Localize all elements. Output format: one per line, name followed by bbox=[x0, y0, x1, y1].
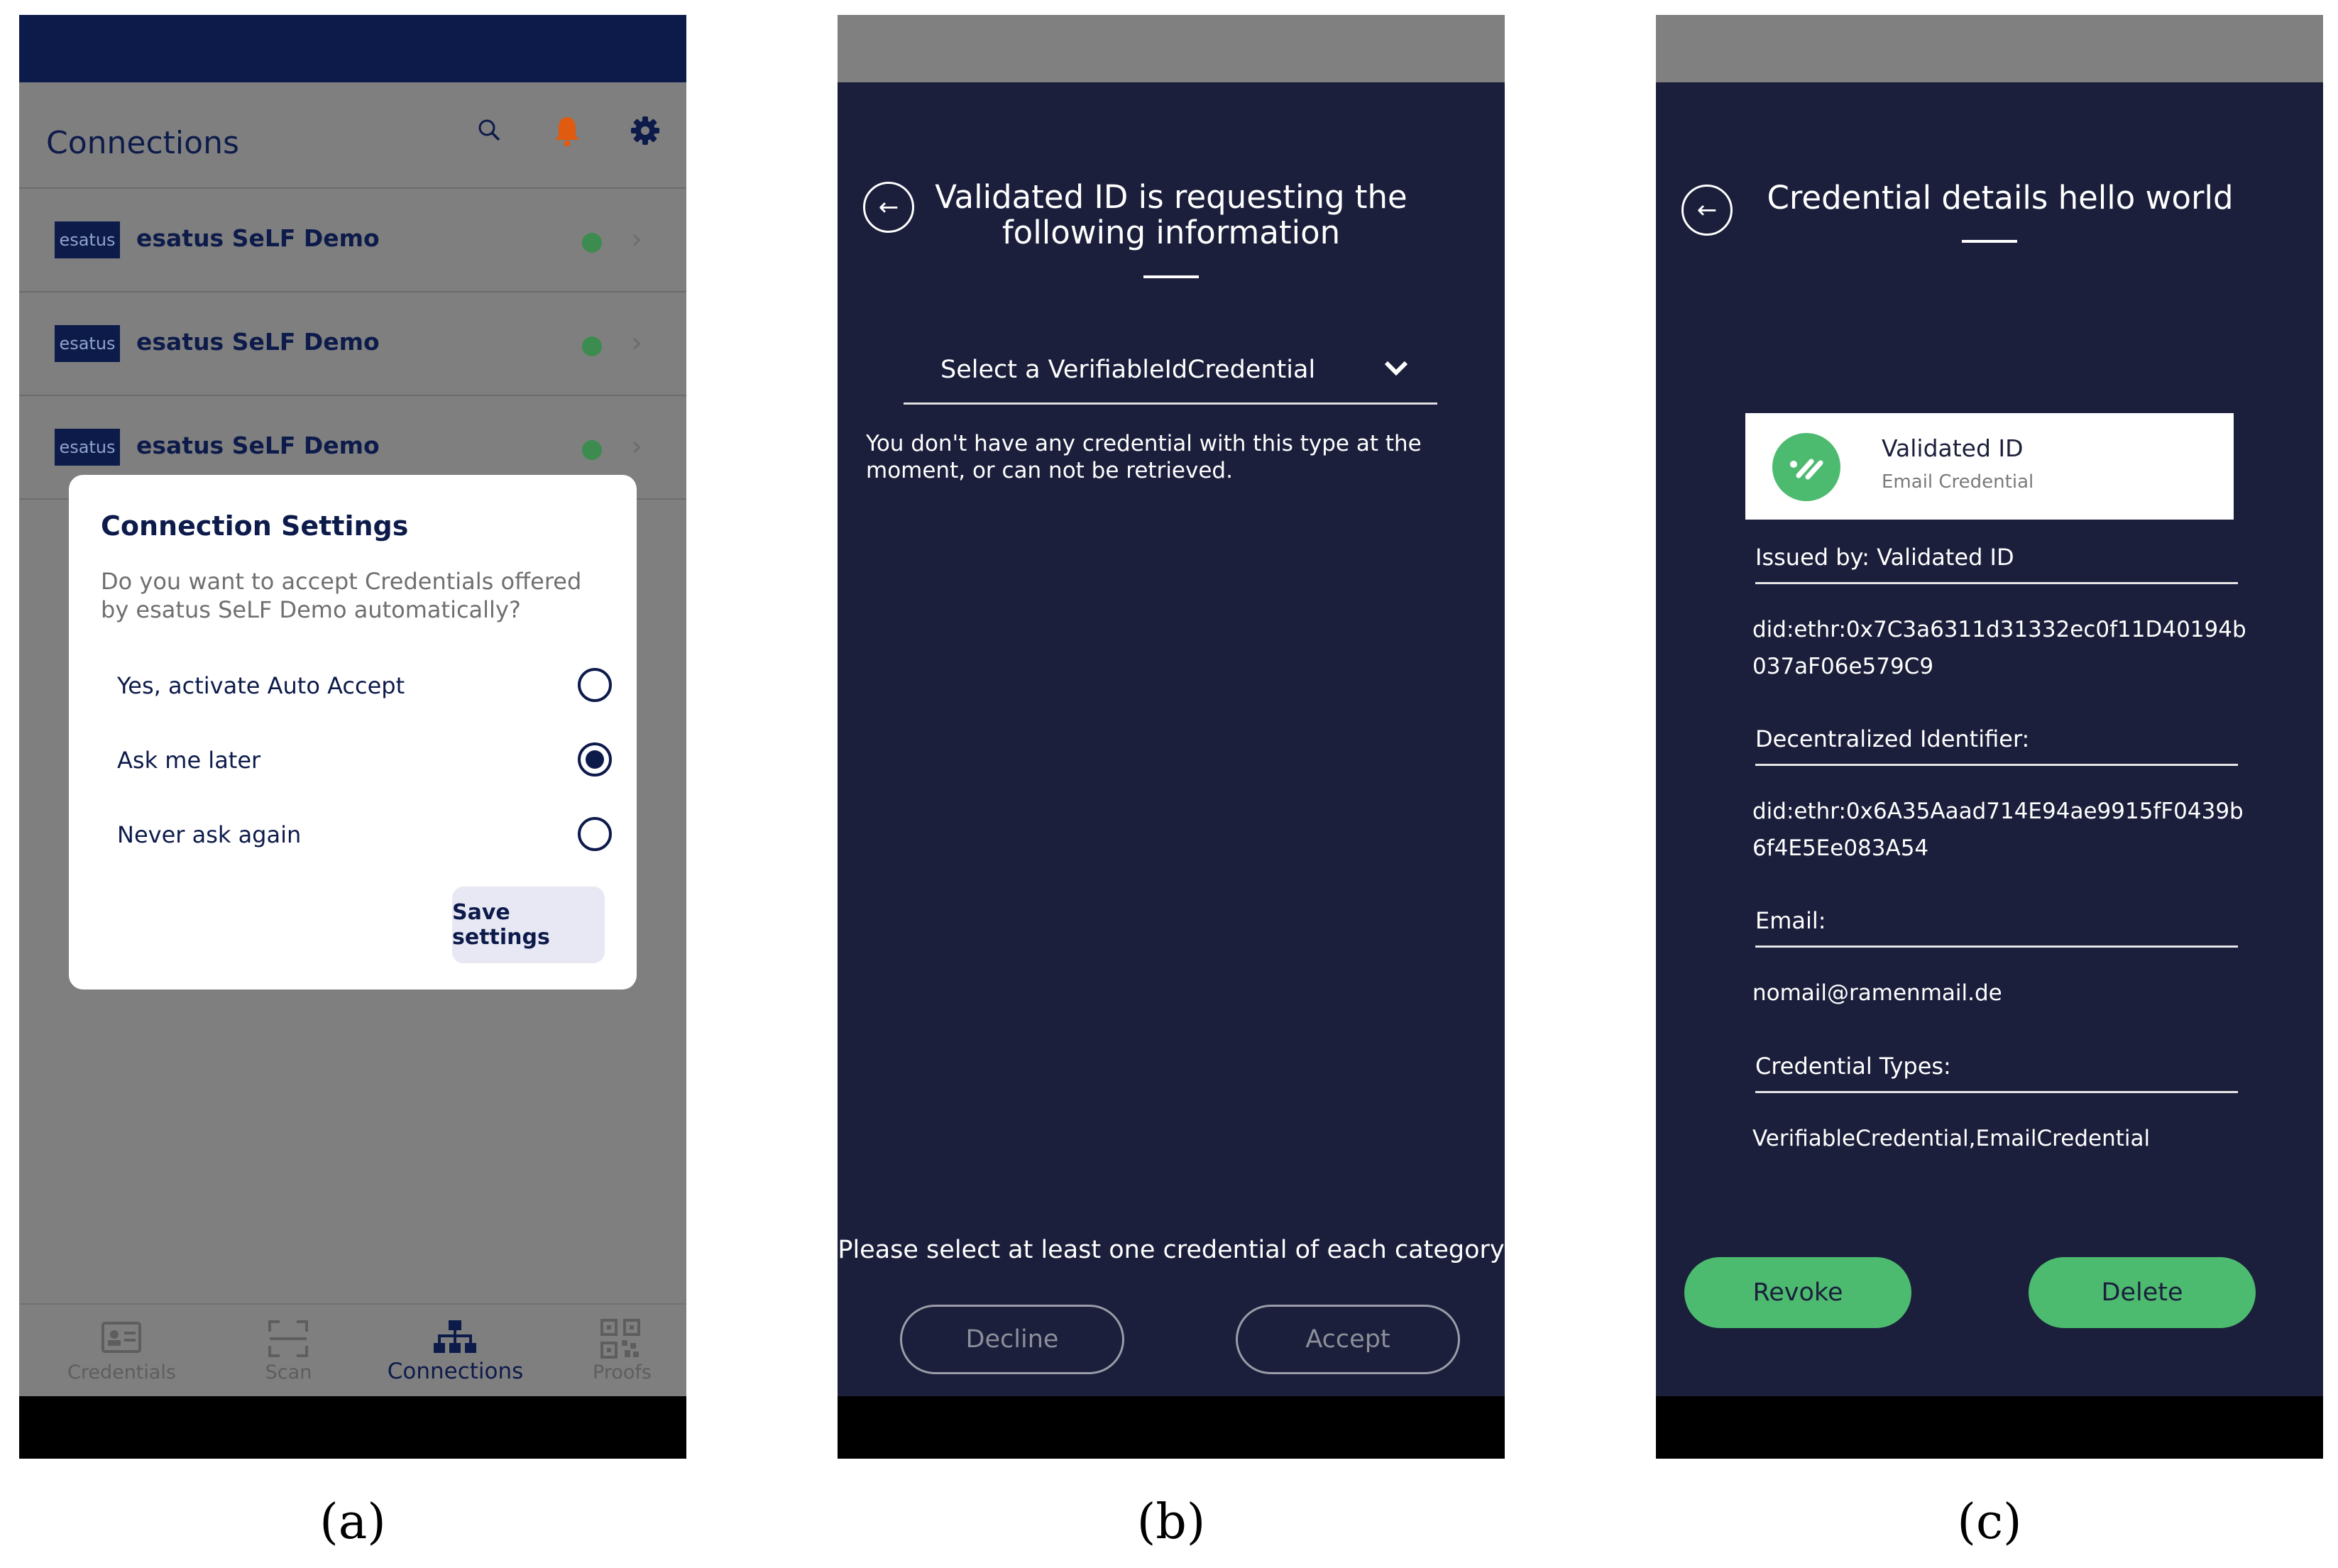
scan-icon bbox=[268, 1320, 308, 1357]
accept-button[interactable]: Accept bbox=[1236, 1305, 1460, 1374]
selection-hint: Please select at least one credential of… bbox=[838, 1236, 1505, 1264]
status-dot bbox=[582, 233, 602, 253]
connections-screen: Connections esatus esatus SeLF Demo › es… bbox=[19, 82, 686, 1396]
credential-types-label: Credential Types: bbox=[1755, 1053, 2238, 1093]
status-dot bbox=[582, 336, 602, 356]
page-title: Validated ID is requesting the following… bbox=[935, 178, 1407, 251]
credential-card[interactable]: Validated ID Email Credential bbox=[1745, 413, 2234, 520]
caption-b: (b) bbox=[1136, 1494, 1206, 1550]
no-credential-note: You don't have any credential with this … bbox=[866, 431, 1422, 483]
did-value: did:ethr:0x6A35Aaad714E94ae9915fF0439b6f… bbox=[1752, 799, 2244, 861]
phone-screen-request: ← Validated ID is requesting the followi… bbox=[838, 15, 1505, 1459]
connection-row[interactable]: esatus esatus SeLF Demo › bbox=[19, 189, 686, 292]
connection-settings-dialog: Connection Settings Do you want to accep… bbox=[69, 475, 637, 989]
delete-button[interactable]: Delete bbox=[2029, 1257, 2256, 1328]
revoke-button[interactable]: Revoke bbox=[1684, 1257, 1911, 1328]
bell-icon[interactable] bbox=[546, 109, 588, 152]
phone-screen-credential-details: ← Credential details hello world Validat… bbox=[1656, 15, 2323, 1459]
select-label: Select a VerifiableIdCredential bbox=[940, 356, 1316, 384]
nav-connections[interactable]: Connections bbox=[372, 1305, 539, 1398]
nav-label: Scan bbox=[265, 1361, 312, 1383]
email-label: Email: bbox=[1755, 907, 2238, 948]
credential-types-value: VerifiableCredential,EmailCredential bbox=[1752, 1126, 2151, 1151]
esatus-logo: esatus bbox=[55, 325, 120, 362]
radio-auto-accept[interactable] bbox=[578, 668, 612, 702]
credential-details-screen: ← Credential details hello world Validat… bbox=[1656, 82, 2323, 1396]
issued-by-label: Issued by: Validated ID bbox=[1755, 544, 2238, 584]
connection-name: esatus SeLF Demo bbox=[136, 328, 380, 356]
option-auto-accept-label: Yes, activate Auto Accept bbox=[117, 672, 405, 699]
page-title: Credential details hello world bbox=[1767, 179, 2234, 216]
credential-select[interactable]: Select a VerifiableIdCredential bbox=[904, 341, 1437, 405]
page-title: Connections bbox=[46, 125, 239, 161]
decline-button[interactable]: Decline bbox=[900, 1305, 1124, 1374]
system-navigation-bar bbox=[19, 1396, 686, 1459]
status-bar bbox=[1656, 15, 2323, 82]
esatus-logo: esatus bbox=[55, 221, 120, 258]
system-navigation-bar bbox=[838, 1396, 1505, 1459]
title-underline bbox=[1962, 240, 2017, 243]
nav-proofs[interactable]: Proofs bbox=[539, 1305, 686, 1398]
status-bar bbox=[19, 15, 686, 82]
nav-label: Proofs bbox=[593, 1361, 652, 1383]
network-icon bbox=[434, 1320, 476, 1353]
chevron-down-icon bbox=[1382, 357, 1410, 381]
chevron-right-icon: › bbox=[631, 223, 642, 256]
dialog-question: Do you want to accept Credentials offere… bbox=[101, 568, 582, 623]
credential-type: Email Credential bbox=[1882, 471, 2034, 493]
qr-code-icon bbox=[600, 1319, 640, 1359]
gear-icon[interactable] bbox=[624, 109, 666, 152]
radio-never-ask[interactable] bbox=[578, 817, 612, 851]
esatus-logo: esatus bbox=[55, 429, 120, 466]
id-card-icon bbox=[101, 1322, 141, 1353]
phone-screen-connections: Connections esatus esatus SeLF Demo › es… bbox=[19, 15, 686, 1459]
email-value: nomail@ramenmail.de bbox=[1752, 980, 2002, 1006]
back-arrow-icon[interactable]: ← bbox=[863, 182, 914, 233]
bottom-navigation: Credentials Scan Connections Proofs bbox=[19, 1303, 686, 1398]
caption-c: (c) bbox=[1957, 1494, 2022, 1550]
option-ask-later-label: Ask me later bbox=[117, 747, 261, 774]
nav-label: Connections bbox=[387, 1359, 524, 1384]
nav-credentials[interactable]: Credentials bbox=[38, 1305, 205, 1398]
system-navigation-bar bbox=[1656, 1396, 2323, 1459]
dialog-title: Connection Settings bbox=[101, 510, 409, 542]
title-underline bbox=[1143, 275, 1199, 278]
back-arrow-icon[interactable]: ← bbox=[1681, 185, 1733, 236]
nav-label: Credentials bbox=[67, 1361, 177, 1383]
connection-name: esatus SeLF Demo bbox=[136, 224, 380, 252]
credential-name: Validated ID bbox=[1882, 434, 2024, 462]
nav-scan[interactable]: Scan bbox=[205, 1305, 372, 1398]
search-icon[interactable] bbox=[468, 109, 511, 152]
caption-a: (a) bbox=[319, 1494, 386, 1550]
request-screen: ← Validated ID is requesting the followi… bbox=[838, 82, 1505, 1396]
chevron-right-icon: › bbox=[631, 430, 642, 463]
status-bar bbox=[838, 15, 1505, 82]
option-never-ask-label: Never ask again bbox=[117, 821, 302, 848]
chevron-right-icon: › bbox=[631, 327, 642, 359]
connection-name: esatus SeLF Demo bbox=[136, 432, 380, 459]
issuer-did-value: did:ethr:0x7C3a6311d31332ec0f11D40194b03… bbox=[1752, 617, 2246, 679]
save-settings-button[interactable]: Save settings bbox=[452, 887, 605, 963]
radio-ask-later[interactable] bbox=[578, 742, 612, 777]
status-dot bbox=[582, 440, 602, 460]
connection-row[interactable]: esatus esatus SeLF Demo › bbox=[19, 292, 686, 396]
validated-id-logo-icon bbox=[1772, 433, 1840, 501]
did-label: Decentralized Identifier: bbox=[1755, 725, 2238, 766]
